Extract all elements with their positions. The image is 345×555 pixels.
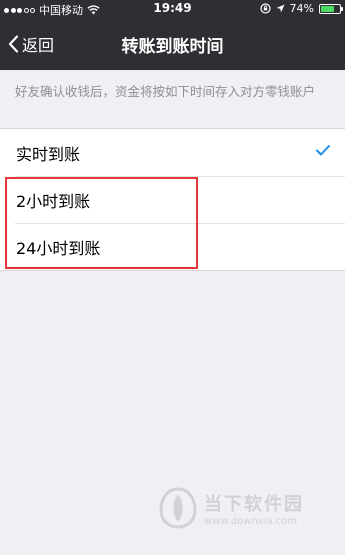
option-label: 24小时到账 <box>16 238 101 258</box>
watermark: 当下软件园 www.downxia.com <box>158 486 304 530</box>
check-icon <box>316 145 330 156</box>
battery-percent: 74% <box>289 2 314 15</box>
watermark-url: www.downxia.com <box>204 515 298 527</box>
option-label: 2小时到账 <box>16 191 91 211</box>
nav-bar: 返回 转账到账时间 <box>0 18 345 70</box>
watermark-title: 当下软件园 <box>204 493 304 515</box>
battery-fill <box>321 5 335 12</box>
option-24-hours[interactable]: 24小时到账 <box>0 223 345 270</box>
option-label: 实时到账 <box>16 144 81 164</box>
screen: 中国移动 19:49 74% 返回 转账到账时间 好友确认收钱后，资金将按如下时… <box>0 0 345 555</box>
rotation-lock-icon <box>259 3 271 14</box>
battery-icon <box>319 3 343 14</box>
option-2-hours[interactable]: 2小时到账 <box>0 176 345 223</box>
option-realtime[interactable]: 实时到账 <box>0 129 345 176</box>
options-list: 实时到账 2小时到账 24小时到账 <box>0 128 345 271</box>
description-text: 好友确认收钱后，资金将按如下时间存入对方零钱账户 <box>15 84 316 99</box>
page-title: 转账到账时间 <box>121 37 224 57</box>
watermark-text: 当下软件园 www.downxia.com <box>204 490 304 527</box>
watermark-logo-icon <box>159 487 197 529</box>
status-bar: 中国移动 19:49 74% <box>0 0 345 18</box>
status-right: 74% <box>259 2 343 15</box>
location-icon <box>276 4 285 13</box>
